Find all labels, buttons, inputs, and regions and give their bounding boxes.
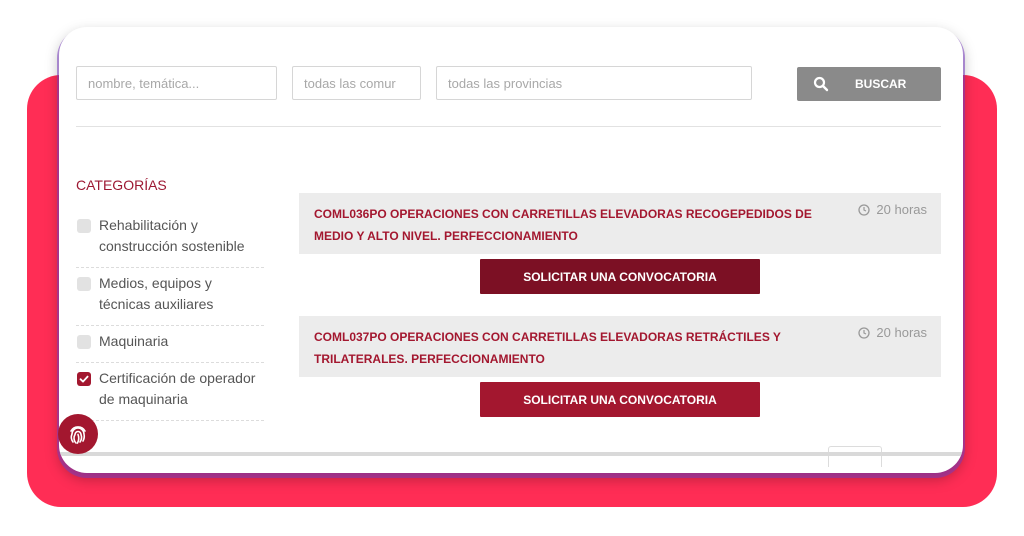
community-select[interactable]: [292, 66, 421, 100]
course-hours-text: 20 horas: [876, 202, 927, 217]
category-item-maquinaria[interactable]: Maquinaria: [76, 326, 264, 363]
request-convocation-button[interactable]: SOLICITAR UNA CONVOCATORIA: [480, 259, 760, 294]
request-convocation-button[interactable]: SOLICITAR UNA CONVOCATORIA: [480, 382, 760, 417]
course-hours: 20 horas: [858, 325, 927, 340]
course-title[interactable]: COML037PO OPERACIONES CON CARRETILLAS EL…: [314, 326, 824, 370]
category-label: Rehabilitación y construcción sostenible: [99, 217, 245, 254]
category-item-rehabilitacion[interactable]: Rehabilitación y construcción sostenible: [76, 210, 264, 268]
search-button[interactable]: BUSCAR: [797, 67, 941, 101]
category-label: Medios, equipos y técnicas auxiliares: [99, 275, 214, 312]
categories-title: CATEGORÍAS: [76, 177, 167, 193]
category-list: Rehabilitación y construcción sostenible…: [76, 210, 264, 421]
check-icon: [79, 375, 89, 383]
search-button-label: BUSCAR: [855, 77, 907, 91]
keyword-search-input[interactable]: [76, 66, 277, 100]
category-checkbox-checked[interactable]: [77, 372, 91, 386]
course-hours-text: 20 horas: [876, 325, 927, 340]
category-item-medios[interactable]: Medios, equipos y técnicas auxiliares: [76, 268, 264, 326]
search-icon: [813, 76, 829, 92]
category-checkbox[interactable]: [77, 219, 91, 233]
category-checkbox[interactable]: [77, 335, 91, 349]
course-card: COML037PO OPERACIONES CON CARRETILLAS EL…: [299, 316, 941, 377]
category-item-certificacion[interactable]: Certificación de operador de maquinaria: [76, 363, 264, 421]
clock-icon: [858, 326, 871, 339]
horizontal-scrollbar[interactable]: [59, 452, 963, 456]
pagination-control[interactable]: [828, 446, 882, 467]
clock-icon: [858, 203, 871, 216]
divider: [76, 126, 941, 127]
course-card: COML036PO OPERACIONES CON CARRETILLAS EL…: [299, 193, 941, 254]
province-select[interactable]: [436, 66, 752, 100]
course-hours: 20 horas: [858, 202, 927, 217]
category-checkbox[interactable]: [77, 277, 91, 291]
browser-card: BUSCAR CATEGORÍAS Rehabilitación y const…: [59, 27, 963, 473]
category-label: Maquinaria: [99, 333, 169, 349]
fingerprint-icon[interactable]: [58, 414, 98, 454]
course-title[interactable]: COML036PO OPERACIONES CON CARRETILLAS EL…: [314, 203, 824, 247]
category-label: Certificación de operador de maquinaria: [99, 370, 256, 407]
